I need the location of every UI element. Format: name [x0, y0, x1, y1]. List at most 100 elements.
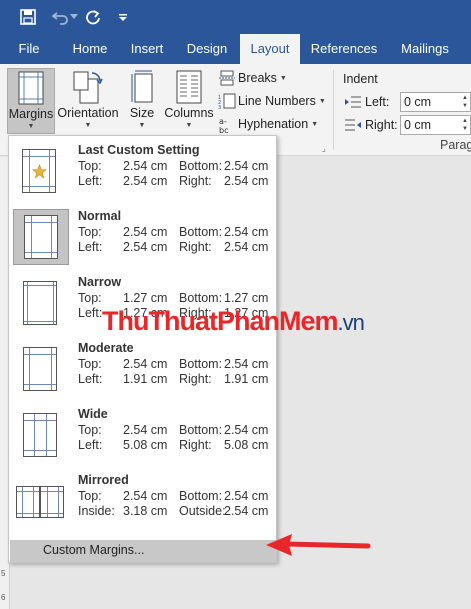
margin-label: Outside:: [179, 504, 226, 518]
undo-dropdown-icon[interactable]: [68, 6, 80, 28]
breaks-label: Breaks: [238, 71, 277, 85]
margin-label: Top:: [78, 159, 102, 173]
svg-text:a-: a-: [219, 117, 227, 126]
size-button[interactable]: Size ▼: [124, 68, 160, 134]
tab-references[interactable]: References: [305, 34, 383, 64]
svg-text:3: 3: [218, 105, 221, 109]
paragraph-group-label: Paragr: [440, 138, 471, 152]
margin-label: Right:: [179, 438, 212, 452]
orientation-button[interactable]: Orientation ▼: [57, 68, 119, 134]
tab-home[interactable]: Home: [62, 34, 118, 64]
margin-label: Top:: [78, 423, 102, 437]
margin-label: Bottom:: [179, 423, 223, 437]
chevron-down-icon: ▼: [279, 74, 287, 82]
margin-option-title: Narrow: [78, 275, 122, 289]
margin-thumbnail: [13, 276, 69, 332]
margin-value: 2.54 cm: [224, 159, 269, 173]
margin-value: 2.54 cm: [123, 423, 168, 437]
margin-option-title: Normal: [78, 209, 122, 223]
custom-margins-label: Custom Margins...: [43, 543, 145, 557]
margin-value: 1.27 cm: [224, 291, 269, 305]
margin-label: Left:: [78, 174, 103, 188]
margin-value: 2.54 cm: [224, 240, 269, 254]
chevron-down-icon: ▼: [27, 123, 35, 130]
margin-value: 1.91 cm: [123, 372, 168, 386]
margin-label: Right:: [179, 240, 212, 254]
save-icon[interactable]: [17, 6, 39, 28]
margins-label: Margins: [8, 107, 54, 121]
line-numbers-button[interactable]: 123 Line Numbers ▼: [218, 91, 326, 111]
red-arrow-icon: [266, 534, 371, 556]
columns-button[interactable]: Columns ▼: [164, 68, 214, 134]
spin-up-icon[interactable]: ▲: [462, 95, 468, 102]
chevron-down-icon: ▼: [185, 122, 193, 129]
tab-design[interactable]: Design: [178, 34, 236, 64]
margins-button[interactable]: Margins ▼: [7, 68, 55, 134]
margin-option-wide[interactable]: Wide Top: 2.54 cm Bottom: 2.54 cm Left: …: [9, 404, 276, 470]
indent-left-label: Left:: [365, 95, 390, 109]
margin-option-moderate[interactable]: Moderate Top: 2.54 cm Bottom: 2.54 cm Le…: [9, 338, 276, 404]
tab-insert[interactable]: Insert: [121, 34, 173, 64]
columns-label: Columns: [164, 106, 214, 120]
margin-label: Left:: [78, 438, 103, 452]
margin-value: 5.08 cm: [123, 438, 168, 452]
line-numbers-label: Line Numbers: [238, 94, 316, 108]
margin-option-title: Mirrored: [78, 473, 129, 487]
size-icon: [131, 70, 153, 103]
watermark: ThuThuatPhanMem.vn: [102, 306, 365, 336]
indent-right-icon: [344, 118, 362, 132]
spin-down-icon[interactable]: ▼: [462, 103, 468, 110]
spin-up-icon[interactable]: ▲: [462, 118, 468, 125]
margin-value: 2.54 cm: [224, 174, 269, 188]
margin-label: Bottom:: [179, 357, 223, 371]
margin-value: 3.18 cm: [123, 504, 168, 518]
page-setup-launcher-icon[interactable]: ⌟: [322, 144, 326, 153]
breaks-button[interactable]: Breaks ▼: [218, 68, 287, 88]
margin-label: Right:: [179, 372, 212, 386]
chevron-down-icon: ▼: [311, 120, 319, 128]
margin-label: Left:: [78, 372, 103, 386]
columns-icon: [176, 70, 202, 104]
indent-right-value: 0 cm: [404, 118, 432, 132]
indent-left-icon: [344, 95, 362, 109]
margin-value: 1.27 cm: [123, 291, 168, 305]
margin-label: Top:: [78, 357, 102, 371]
margin-thumbnail: [13, 144, 69, 200]
hyphenation-button[interactable]: a-bc Hyphenation ▼: [218, 114, 319, 135]
tab-mailings[interactable]: Mailings: [390, 34, 460, 64]
ruler-mark: 6: [1, 593, 6, 602]
margin-value: 2.54 cm: [224, 489, 269, 503]
margin-label: Left:: [78, 306, 103, 320]
margin-thumbnail: [13, 209, 69, 265]
hyphenation-label: Hyphenation: [238, 117, 309, 131]
margin-value: 2.54 cm: [224, 423, 269, 437]
ruler-mark: 5: [1, 569, 6, 578]
margin-value: 2.54 cm: [224, 225, 269, 239]
margin-thumbnail: [13, 342, 69, 398]
margin-label: Inside:: [78, 504, 115, 518]
indent-right-input[interactable]: 0 cm ▲ ▼: [400, 115, 471, 135]
margin-option-last-custom[interactable]: Last Custom Setting Top: 2.54 cm Bottom:…: [9, 140, 276, 206]
margin-option-title: Moderate: [78, 341, 134, 355]
margin-value: 2.54 cm: [123, 174, 168, 188]
margin-value: 2.54 cm: [123, 159, 168, 173]
margin-option-normal[interactable]: Normal Top: 2.54 cm Bottom: 2.54 cm Left…: [9, 206, 276, 272]
margin-value: 5.08 cm: [224, 438, 269, 452]
margin-label: Right:: [179, 174, 212, 188]
margin-option-mirrored[interactable]: Mirrored Top: 2.54 cm Bottom: 2.54 cm In…: [9, 470, 276, 536]
margins-dropdown: Last Custom Setting Top: 2.54 cm Bottom:…: [8, 135, 277, 563]
customize-toolbar-icon[interactable]: [112, 6, 134, 28]
margin-label: Top:: [78, 489, 102, 503]
custom-margins-item[interactable]: Custom Margins...: [10, 540, 276, 562]
redo-icon[interactable]: [82, 6, 104, 28]
indent-left-input[interactable]: 0 cm ▲ ▼: [400, 92, 471, 112]
orientation-label: Orientation: [57, 106, 119, 120]
spin-down-icon[interactable]: ▼: [462, 126, 468, 133]
tab-layout[interactable]: Layout: [240, 34, 300, 64]
margin-label: Left:: [78, 240, 103, 254]
tab-file[interactable]: File: [8, 34, 50, 64]
size-label: Size: [129, 106, 155, 120]
indent-left-value: 0 cm: [404, 95, 432, 109]
group-divider: [333, 70, 334, 150]
margin-label: Bottom:: [179, 291, 223, 305]
